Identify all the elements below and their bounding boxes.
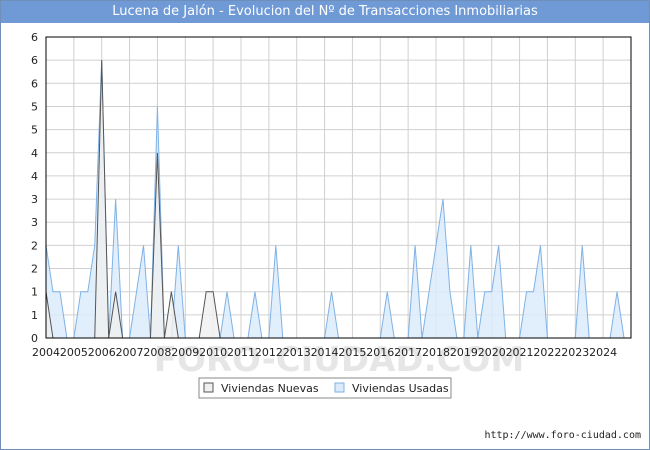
- x-tick-label: 2018: [422, 346, 450, 359]
- y-tick-label: 1: [31, 286, 38, 299]
- y-tick-label: 6: [31, 54, 38, 67]
- x-tick-label: 2009: [171, 346, 199, 359]
- x-tick-label: 2004: [32, 346, 60, 359]
- x-tick-label: 2017: [394, 346, 422, 359]
- y-tick-label: 5: [31, 100, 38, 113]
- x-tick-label: 2014: [311, 346, 339, 359]
- x-tick-label: 2006: [88, 346, 116, 359]
- x-tick-label: 2008: [143, 346, 171, 359]
- legend-swatch-nuevas: [203, 382, 214, 393]
- y-tick-label: 3: [31, 193, 38, 206]
- x-tick-label: 2021: [506, 346, 534, 359]
- x-tick-label: 2011: [227, 346, 255, 359]
- x-tick-label: 2024: [589, 346, 617, 359]
- y-tick-label: 2: [31, 263, 38, 276]
- y-tick-label: 5: [31, 124, 38, 137]
- y-tick-label: 3: [31, 216, 38, 229]
- y-tick-label: 6: [31, 77, 38, 90]
- x-tick-label: 2020: [478, 346, 506, 359]
- legend-swatch-usadas: [334, 382, 345, 393]
- x-tick-label: 2015: [338, 346, 366, 359]
- y-tick-label: 1: [31, 309, 38, 322]
- x-tick-label: 2016: [366, 346, 394, 359]
- x-tick-label: 2007: [116, 346, 144, 359]
- x-tick-label: 2019: [450, 346, 478, 359]
- x-tick-label: 2022: [533, 346, 561, 359]
- y-tick-label: 6: [31, 31, 38, 44]
- legend: Viviendas Nuevas Viviendas Usadas: [198, 377, 452, 399]
- y-tick-label: 4: [31, 147, 38, 160]
- legend-label-usadas: Viviendas Usadas: [352, 382, 449, 395]
- y-tick-label: 4: [31, 170, 38, 183]
- chart-frame: Lucena de Jalón - Evolucion del Nº de Tr…: [0, 0, 650, 450]
- x-tick-label: 2023: [561, 346, 589, 359]
- legend-label-nuevas: Viviendas Nuevas: [221, 382, 319, 395]
- y-tick-label: 0: [31, 332, 38, 345]
- x-tick-label: 2005: [60, 346, 88, 359]
- chart-canvas: FORO-CIUDAD.COM 011223344556662004 2005 20…: [31, 31, 632, 399]
- source-url: http://www.foro-ciudad.com: [484, 430, 641, 441]
- x-tick-label: 2013: [283, 346, 311, 359]
- y-tick-label: 2: [31, 239, 38, 252]
- x-tick-label: 2010: [199, 346, 227, 359]
- x-tick-label: 2012: [255, 346, 283, 359]
